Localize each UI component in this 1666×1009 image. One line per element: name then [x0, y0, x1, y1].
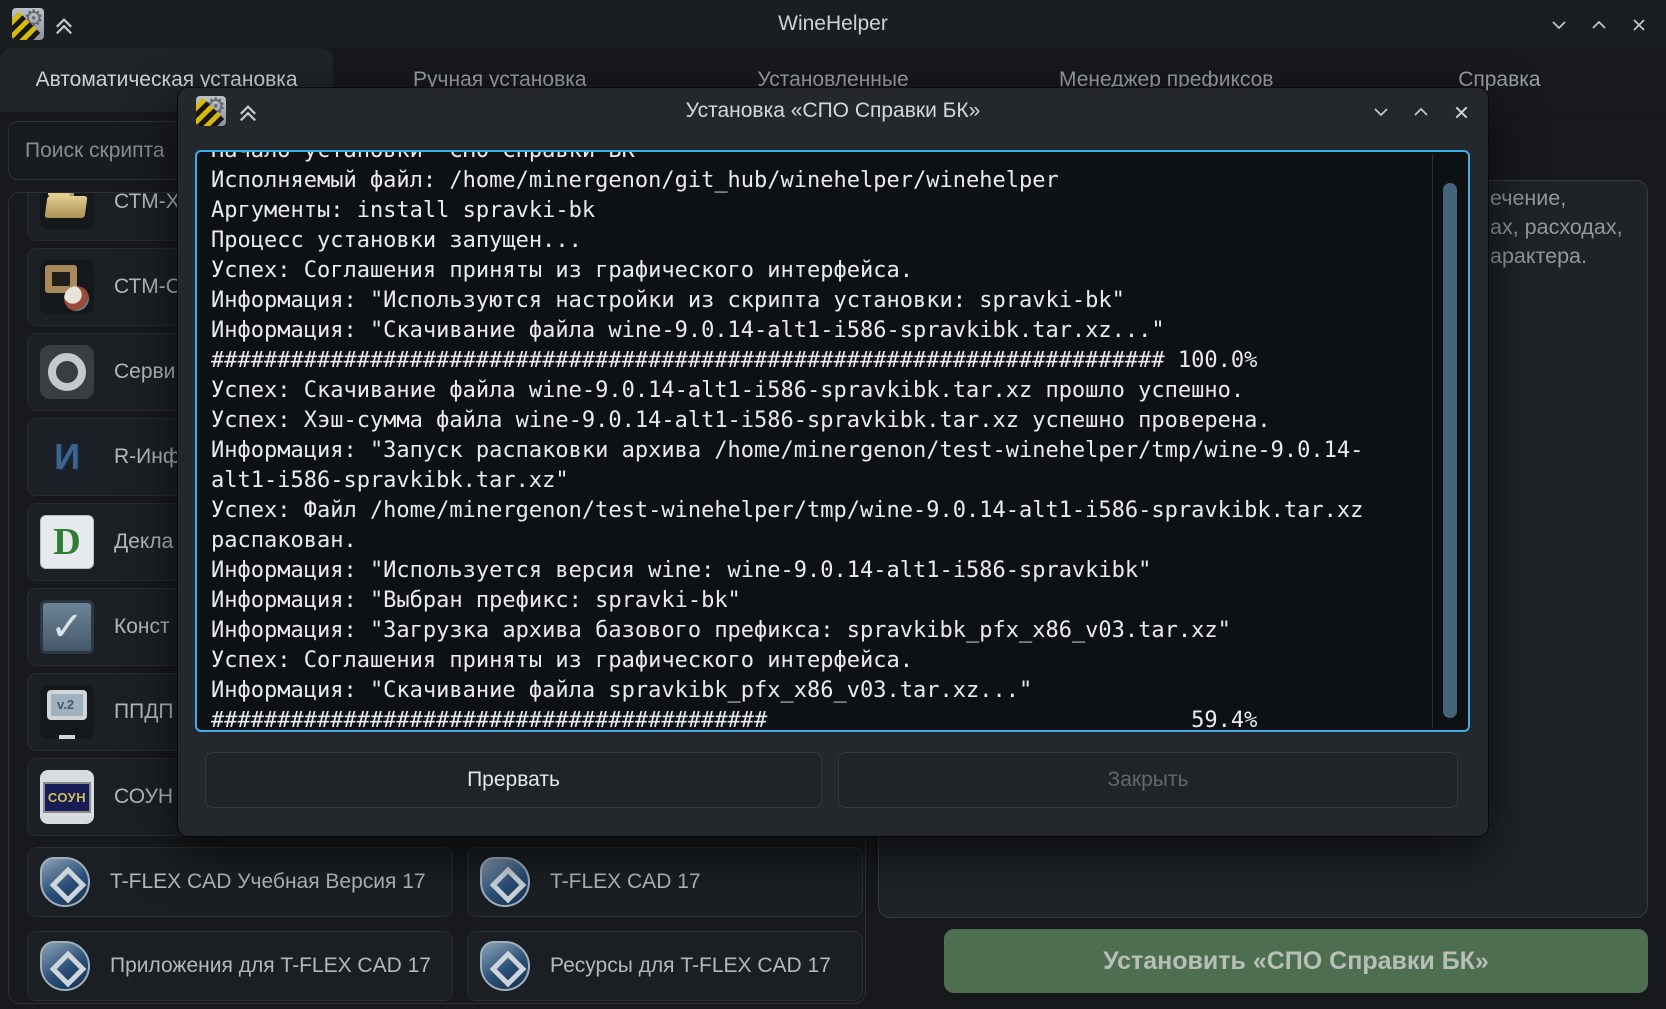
script-icon — [40, 770, 94, 824]
tflex-script-button[interactable]: T-FLEX CAD Учебная Версия 17 — [27, 847, 453, 917]
close-button[interactable] — [1448, 99, 1474, 125]
window-title: WineHelper — [0, 0, 1666, 48]
tflex-button-label: T-FLEX CAD 17 — [550, 870, 701, 894]
tflex-logo-icon — [480, 857, 530, 907]
console-line: Успех: Соглашения приняты из графическог… — [197, 256, 1468, 286]
installation-dialog: Установка «СПО Справки БК» Начало устано… — [178, 88, 1488, 836]
console-line: alt1-i586-spravkibk.tar.xz" — [197, 466, 1468, 496]
close-dialog-button[interactable]: Закрыть — [838, 752, 1458, 808]
minimize-button[interactable] — [1546, 12, 1572, 38]
tflex-script-button[interactable]: T-FLEX CAD 17 — [467, 847, 863, 917]
window-controls — [1546, 12, 1652, 38]
console-line: Успех: Файл /home/minergenon/test-winehe… — [197, 496, 1468, 526]
script-description-text: ечение,ах, расходах,арактера. — [1490, 184, 1623, 271]
tflex-logo-icon — [480, 941, 530, 991]
script-label: Конст — [114, 589, 170, 665]
console-line: Начало установки "СПО Справки БК" — [197, 150, 1468, 166]
dialog-title: Установка «СПО Справки БК» — [178, 88, 1488, 134]
console-line: Успех: Соглашения приняты из графическог… — [197, 646, 1468, 676]
console-line: Информация: "Выбран префикс: spravki-bk" — [197, 586, 1468, 616]
description-line: ах, расходах, — [1490, 213, 1623, 242]
installation-log-console[interactable]: Начало установки "СПО Справки БК"Исполня… — [195, 150, 1470, 732]
dialog-window-controls — [1368, 99, 1474, 125]
tflex-button-label: Ресурсы для T-FLEX CAD 17 — [550, 954, 831, 978]
console-line: Информация: "Скачивание файла wine-9.0.1… — [197, 316, 1468, 346]
console-line: Информация: "Используются настройки из с… — [197, 286, 1468, 316]
console-line: Аргументы: install spravki-bk — [197, 196, 1468, 226]
tflex-script-button[interactable]: Приложения для T-FLEX CAD 17 — [27, 931, 453, 1001]
script-label: R-Инф — [114, 419, 180, 495]
script-label: СОУН — [114, 759, 173, 835]
script-icon — [40, 260, 94, 314]
script-icon — [40, 600, 94, 654]
tflex-script-button[interactable]: Ресурсы для T-FLEX CAD 17 — [467, 931, 863, 1001]
maximize-button[interactable] — [1586, 12, 1612, 38]
tflex-logo-icon — [40, 941, 90, 991]
console-line: Информация: "Загрузка архива базового пр… — [197, 616, 1468, 646]
dialog-titlebar: Установка «СПО Справки БК» — [178, 88, 1488, 134]
script-icon — [40, 192, 94, 229]
console-line: распакован. — [197, 526, 1468, 556]
console-line: Информация: "Используется версия wine: w… — [197, 556, 1468, 586]
script-label: СТМ-С — [114, 249, 181, 325]
script-label: Серви — [114, 334, 175, 410]
main-titlebar: WineHelper — [0, 0, 1666, 49]
script-icon — [40, 515, 94, 569]
console-lines: Начало установки "СПО Справки БК"Исполня… — [197, 150, 1468, 732]
scrollbar-thumb[interactable] — [1443, 183, 1457, 718]
tflex-button-label: T-FLEX CAD Учебная Версия 17 — [110, 870, 426, 894]
script-icon — [40, 345, 94, 399]
abort-button[interactable]: Прервать — [205, 752, 822, 808]
script-label: ППДП — [114, 674, 174, 750]
console-line: Информация: "Скачивание файла spravkibk_… — [197, 676, 1468, 706]
description-line: ечение, — [1490, 184, 1623, 213]
tflex-logo-icon — [40, 857, 90, 907]
console-line: ########################################… — [197, 346, 1468, 376]
script-icon — [40, 685, 94, 739]
console-line: Успех: Скачивание файла wine-9.0.14-alt1… — [197, 376, 1468, 406]
desktop: WineHelper Автоматическая установка Ручн… — [0, 0, 1666, 1009]
minimize-button[interactable] — [1368, 99, 1394, 125]
tflex-button-label: Приложения для T-FLEX CAD 17 — [110, 954, 431, 978]
scrollbar-track — [1432, 154, 1433, 728]
script-label: Декла — [114, 504, 173, 580]
console-line: Исполняемый файл: /home/minergenon/git_h… — [197, 166, 1468, 196]
description-line: арактера. — [1490, 242, 1623, 271]
console-line: Успех: Хэш-сумма файла wine-9.0.14-alt1-… — [197, 406, 1468, 436]
install-spravki-bk-button[interactable]: Установить «СПО Справки БК» — [944, 929, 1648, 993]
script-icon — [40, 430, 94, 484]
maximize-button[interactable] — [1408, 99, 1434, 125]
script-label: СТМ-Х — [114, 192, 180, 240]
console-line: ########################################… — [197, 706, 1468, 732]
console-line: Информация: "Запуск распаковки архива /h… — [197, 436, 1468, 466]
console-line: Процесс установки запущен... — [197, 226, 1468, 256]
close-button[interactable] — [1626, 12, 1652, 38]
